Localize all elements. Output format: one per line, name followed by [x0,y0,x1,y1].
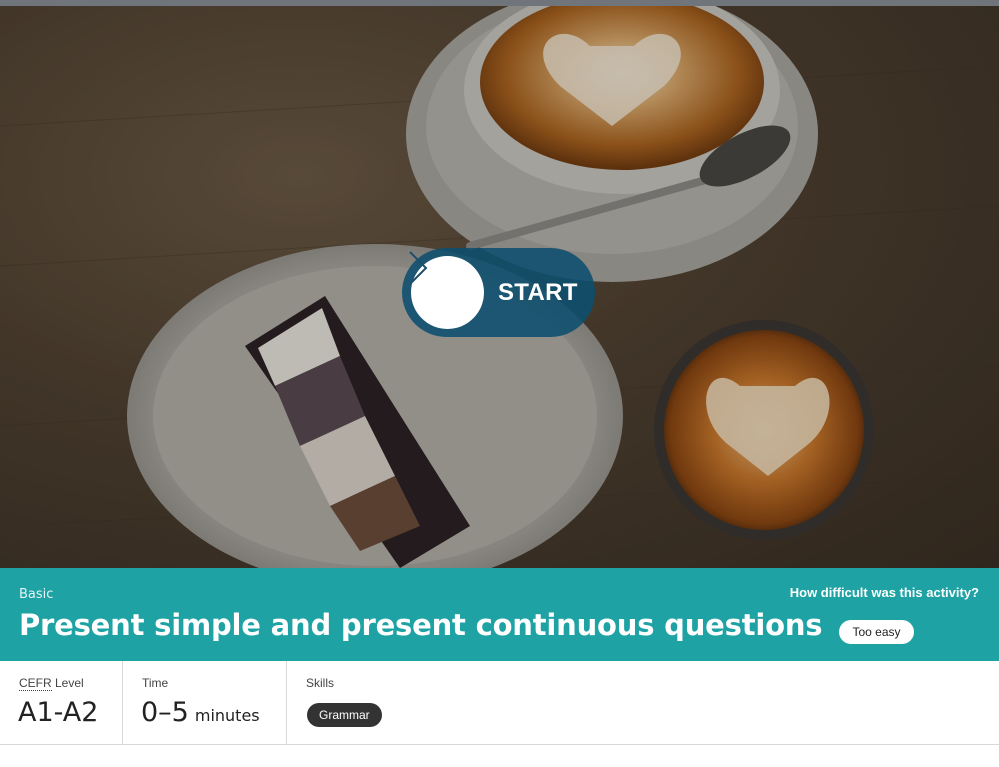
time-value-wrap: 0–5 minutes [141,697,260,728]
difficulty-question: How difficult was this activity? [789,585,979,600]
activity-info-row: CEFR Level A1-A2 Time 0–5 minutes Skills … [0,661,999,745]
skills-cell: Skills Grammar [287,661,587,745]
cefr-value: A1-A2 [18,697,99,728]
cefr-label-suffix: Level [51,676,84,690]
chevron-right-icon [409,251,428,285]
start-circle [409,251,484,329]
skill-tag-grammar[interactable]: Grammar [307,703,382,727]
start-button[interactable]: START [402,248,595,337]
time-label: Time [142,676,169,690]
hero-image: START [0,6,999,568]
time-unit: minutes [194,706,260,725]
page-title: Present simple and present continuous qu… [19,608,823,642]
activity-level: Basic [19,587,54,602]
time-value: 0–5 [141,697,189,728]
cefr-label: CEFR Level [19,676,84,691]
start-label: START [498,278,578,306]
activity-banner: Basic Present simple and present continu… [0,568,999,661]
cefr-cell: CEFR Level A1-A2 [0,661,123,745]
skills-label: Skills [306,676,335,690]
time-cell: Time 0–5 minutes [123,661,287,745]
cefr-abbreviation: CEFR [19,676,52,691]
difficulty-rating-button[interactable]: Too easy [839,620,914,644]
